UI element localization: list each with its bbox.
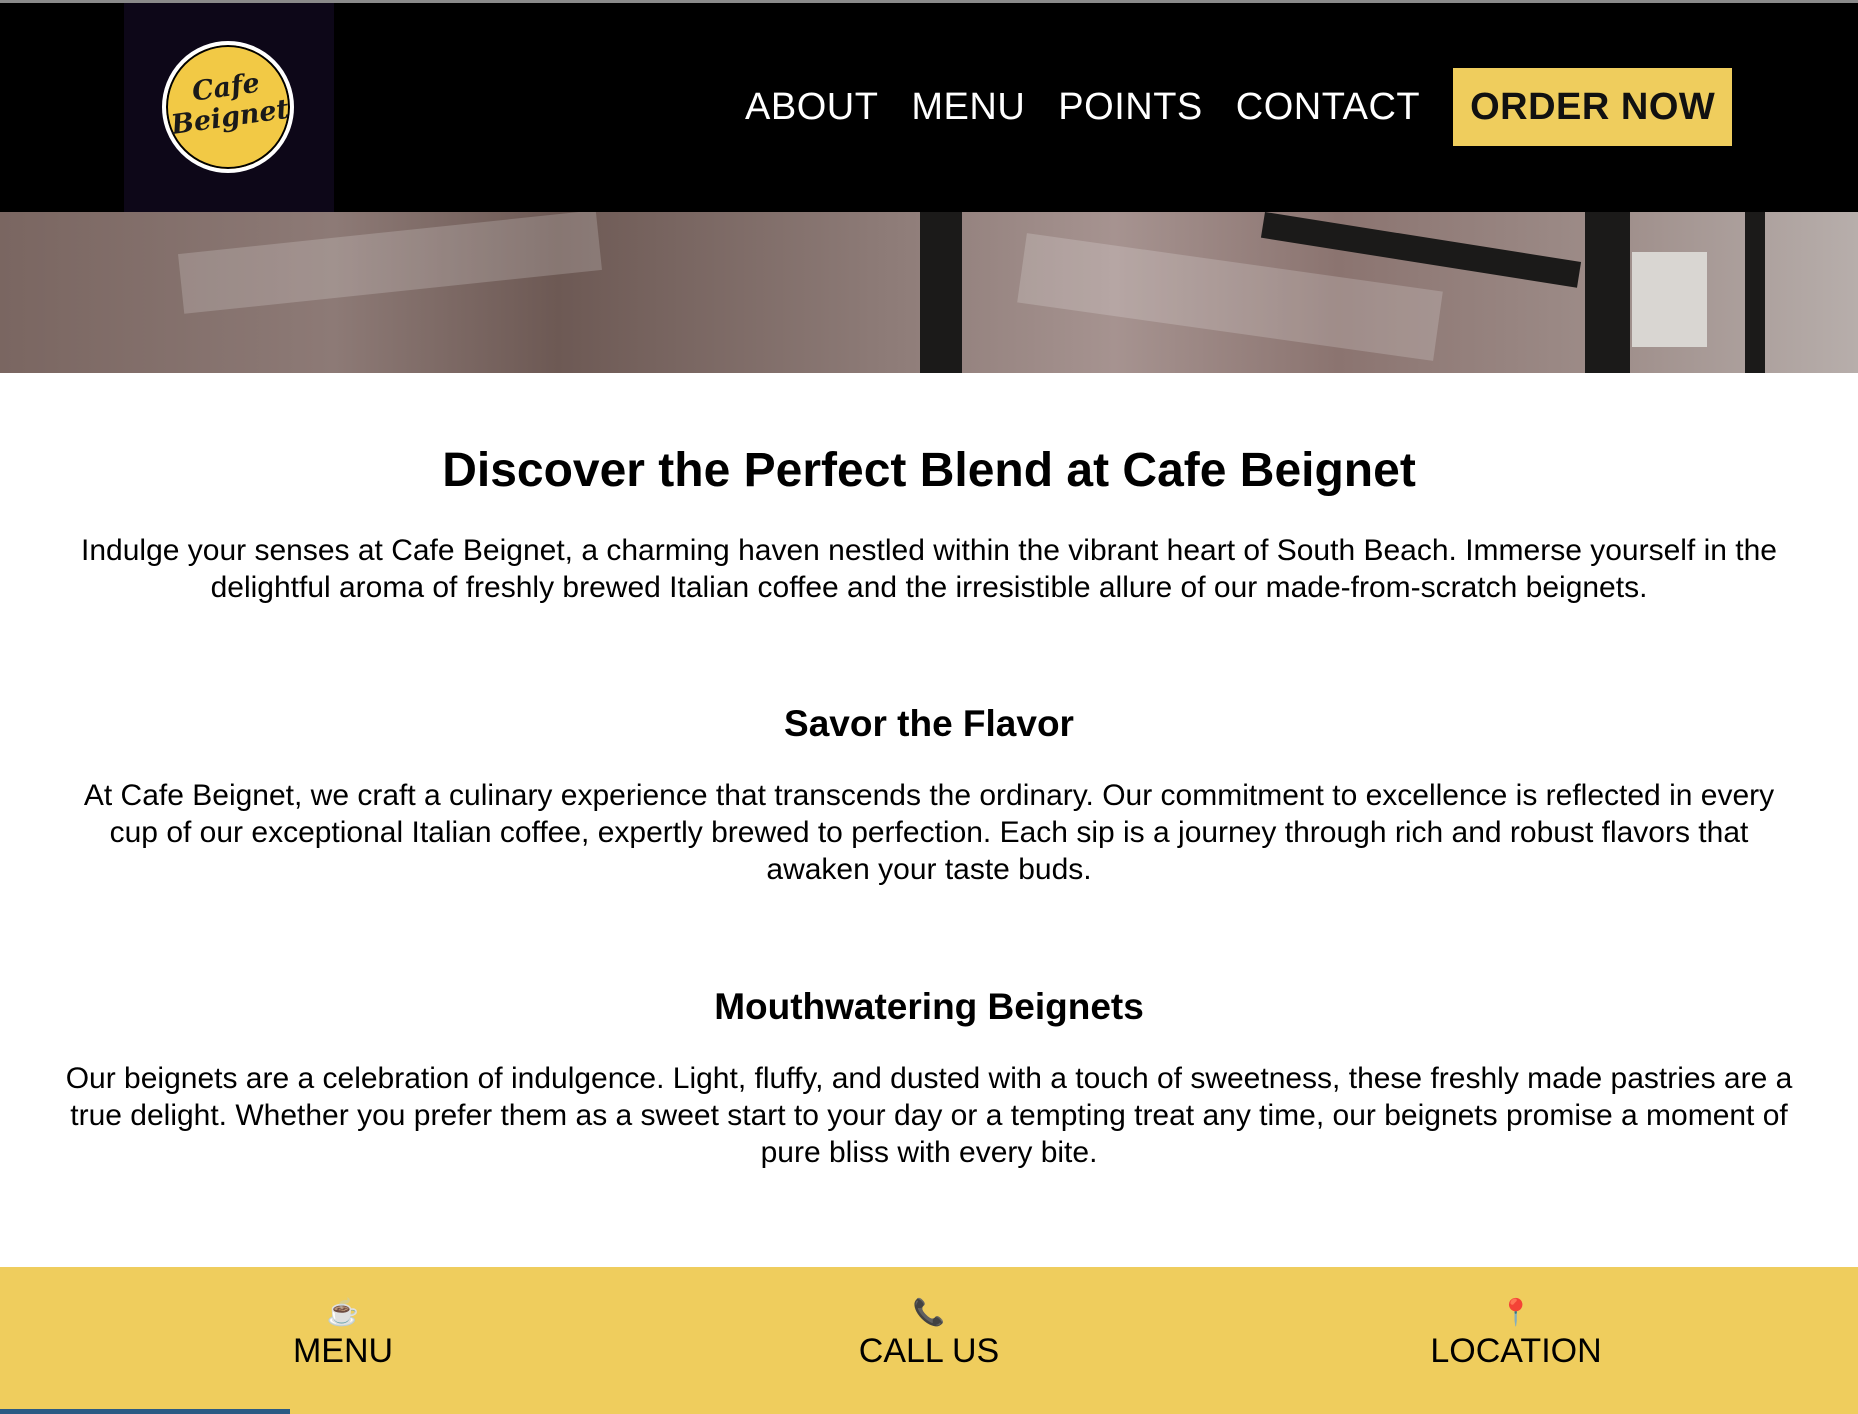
bottom-location-label: LOCATION <box>1430 1332 1602 1370</box>
hero-post <box>1745 212 1765 373</box>
nav-menu[interactable]: MENU <box>911 86 1025 129</box>
section-body-beignets: Our beignets are a celebration of indulg… <box>65 1062 1793 1169</box>
section-body-savor: At Cafe Beignet, we craft a culinary exp… <box>83 779 1775 886</box>
bottom-menu-label: MENU <box>292 1332 394 1370</box>
section-heading-savor: Savor the Flavor <box>784 703 1074 744</box>
hero-sign <box>1632 252 1707 347</box>
logo-container[interactable]: Cafe Beignet <box>124 3 334 212</box>
nav-contact[interactable]: CONTACT <box>1236 86 1420 129</box>
main-nav: ABOUT MENU POINTS CONTACT ORDER NOW <box>745 68 1733 146</box>
bottom-call-label: CALL US <box>858 1332 1000 1370</box>
section-heading-beignets: Mouthwatering Beignets <box>714 986 1144 1027</box>
nav-about[interactable]: ABOUT <box>745 86 878 129</box>
map-pin-icon: 📍 <box>1499 1297 1533 1327</box>
bottom-edge-accent <box>0 1409 290 1414</box>
coffee-cup-icon: ☕ <box>326 1297 360 1327</box>
logo-text: Cafe Beignet <box>162 65 293 142</box>
bottom-action-bar: ☕ MENU 📞 CALL US 📍 LOCATION <box>0 1267 1858 1414</box>
hero-reflection <box>178 212 602 314</box>
nav-points[interactable]: POINTS <box>1058 86 1202 129</box>
intro-paragraph: Indulge your senses at Cafe Beignet, a c… <box>81 534 1777 604</box>
cafe-beignet-logo[interactable]: Cafe Beignet <box>162 41 294 173</box>
bottom-call-button[interactable]: 📞 CALL US <box>779 1297 1079 1373</box>
hero-image <box>0 212 1858 373</box>
phone-icon: 📞 <box>912 1297 946 1327</box>
order-now-button[interactable]: ORDER NOW <box>1453 68 1733 146</box>
site-header: Cafe Beignet ABOUT MENU POINTS CONTACT O… <box>0 3 1858 212</box>
bottom-menu-button[interactable]: ☕ MENU <box>193 1297 493 1373</box>
hero-post <box>920 212 962 373</box>
hero-post <box>1585 212 1630 373</box>
bottom-location-button[interactable]: 📍 LOCATION <box>1366 1297 1666 1373</box>
page-title: Discover the Perfect Blend at Cafe Beign… <box>442 444 1416 497</box>
